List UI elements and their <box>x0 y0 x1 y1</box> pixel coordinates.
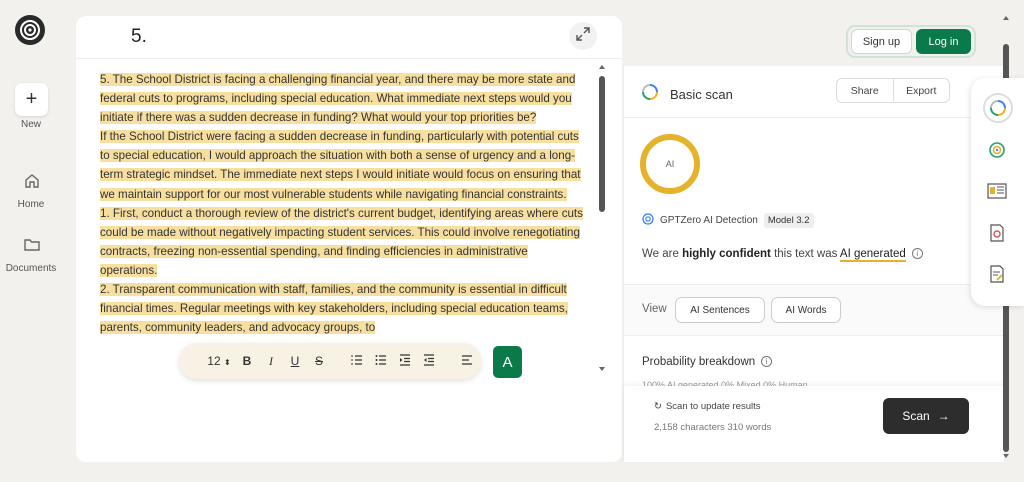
ai-scan-tool-icon[interactable] <box>983 93 1013 123</box>
scan-button[interactable]: Scan → <box>883 398 969 434</box>
results-panel: Basic scan Share Export AI GPTZero AI De… <box>623 66 1004 462</box>
panel-divider <box>624 117 1004 118</box>
gptzero-logo[interactable] <box>15 15 45 45</box>
log-in-button[interactable]: Log in <box>916 29 971 54</box>
advanced-scan-tool-icon[interactable] <box>987 140 1007 160</box>
editor-scroll-thumb[interactable] <box>599 76 605 212</box>
source-tool-icon[interactable] <box>987 181 1007 201</box>
view-label: View <box>642 303 667 315</box>
editor-card: 5. 5. The School District is facing a ch… <box>76 16 622 462</box>
document-title[interactable]: 5. <box>131 26 147 48</box>
character-count: 2,158 characters 310 words <box>654 422 772 433</box>
italic-button[interactable]: I <box>259 354 283 369</box>
new-label: New <box>20 119 41 130</box>
paragraph: 1. First, conduct a thorough review of t… <box>100 204 586 280</box>
side-tools <box>971 78 1024 306</box>
share-export-group: Share Export <box>836 78 950 103</box>
share-button[interactable]: Share <box>837 79 894 102</box>
verdict-mid: this text was <box>770 248 840 260</box>
refresh-icon: ↻ <box>654 401 662 412</box>
writing-report-tool-icon[interactable] <box>987 264 1007 284</box>
scan-button-label: Scan <box>902 409 930 423</box>
left-nav: + New Home Documents <box>0 0 62 482</box>
paragraph: 5. The School District is facing a chall… <box>100 70 586 127</box>
sign-up-button[interactable]: Sign up <box>851 29 912 54</box>
verdict-confidence: highly confident <box>682 248 771 260</box>
bold-button[interactable]: B <box>235 354 259 368</box>
detector-name: GPTZero AI Detection <box>660 215 758 226</box>
outdent-icon[interactable] <box>417 353 441 369</box>
paragraph: 2. Transparent communication with staff,… <box>100 280 586 337</box>
verdict-text: We are highly confident this text was AI… <box>642 248 923 262</box>
font-size-select[interactable]: 12 ⬍ <box>203 354 235 368</box>
arrow-right-icon: → <box>937 409 950 423</box>
gptzero-small-icon <box>642 213 654 228</box>
ai-sentences-button[interactable]: AI Sentences <box>675 297 765 323</box>
scan-note-text: Scan to update results <box>665 401 761 412</box>
folder-icon[interactable] <box>22 235 42 255</box>
plagiarism-tool-icon[interactable] <box>987 223 1007 243</box>
export-button[interactable]: Export <box>894 79 950 102</box>
probability-title: Probability breakdown <box>642 356 756 368</box>
text-editor[interactable]: 5. The School District is facing a chall… <box>100 70 586 370</box>
paragraph: If the School District were facing a sud… <box>100 127 586 203</box>
scan-status-icon <box>642 84 658 105</box>
grammar-check-button[interactable]: A <box>493 346 522 378</box>
highlighted-sentence: What would your top priorities be? <box>357 111 537 125</box>
home-icon[interactable] <box>22 171 42 191</box>
scan-bar: ↻ Scan to update results 2,158 characters… <box>624 386 1004 462</box>
verdict-label: AI generated <box>839 248 906 262</box>
detector-info: GPTZero AI Detection Model 3.2 <box>642 213 814 228</box>
editor-scrollbar[interactable] <box>598 64 606 374</box>
expand-icon <box>575 26 591 47</box>
indent-icon[interactable] <box>393 353 417 369</box>
strikethrough-button[interactable]: S <box>307 354 331 368</box>
model-badge: Model 3.2 <box>763 213 814 228</box>
view-selector: View AI Sentences AI Words <box>624 284 1004 336</box>
editor-divider <box>76 58 622 59</box>
probability-breakdown: Probability breakdown i <box>642 356 773 368</box>
ai-words-button[interactable]: AI Words <box>771 297 841 323</box>
expand-button[interactable] <box>569 22 597 50</box>
underline-button[interactable]: U <box>283 354 307 368</box>
info-icon[interactable]: i <box>911 248 923 260</box>
format-toolbar: 12 ⬍ B I U S <box>179 343 481 379</box>
grammar-check-icon: A <box>502 353 513 371</box>
ai-score-ring: AI <box>640 134 700 194</box>
bullet-list-icon[interactable] <box>369 354 393 369</box>
ring-label: AI <box>665 159 675 169</box>
documents-label[interactable]: Documents <box>0 263 62 274</box>
home-label[interactable]: Home <box>0 199 62 210</box>
align-icon[interactable] <box>455 354 479 369</box>
panel-title: Basic scan <box>670 87 733 102</box>
panel-header: Basic scan <box>642 84 733 105</box>
scan-note: ↻ Scan to update results <box>654 401 761 412</box>
verdict-prefix: We are <box>642 248 683 260</box>
new-button[interactable]: + <box>15 83 48 116</box>
ordered-list-icon[interactable] <box>345 354 369 369</box>
info-icon[interactable]: i <box>761 356 773 368</box>
